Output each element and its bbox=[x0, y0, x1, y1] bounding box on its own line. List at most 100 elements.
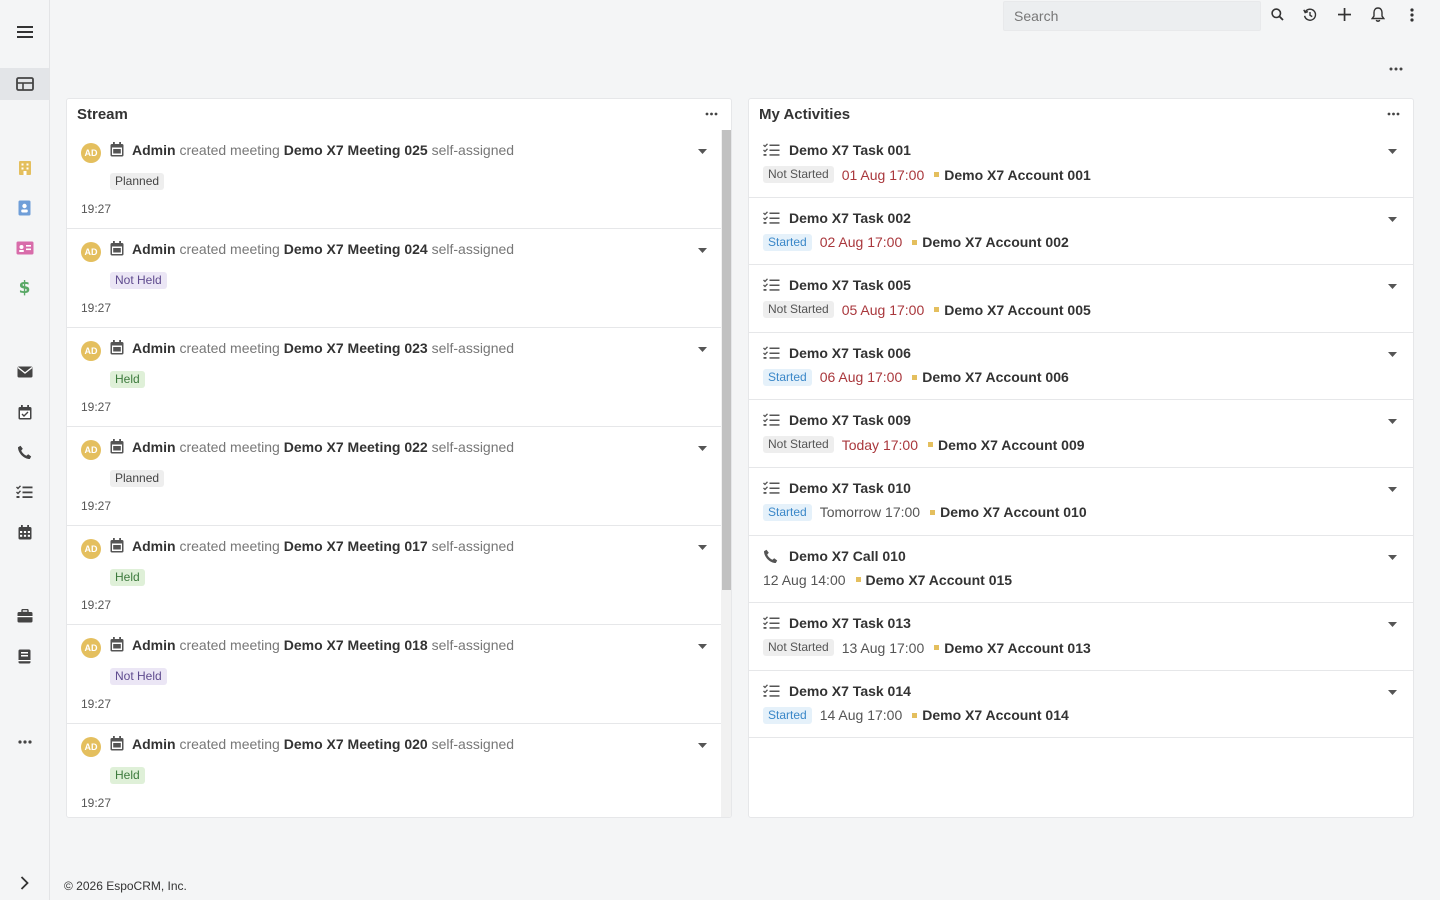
meeting-link[interactable]: Demo X7 Meeting 018 bbox=[284, 637, 428, 653]
quick-create-button[interactable] bbox=[1332, 5, 1356, 27]
dashboard-menu-button[interactable] bbox=[1384, 58, 1408, 74]
activity-link[interactable]: Demo X7 Task 010 bbox=[789, 480, 911, 496]
activity-dropdown-button[interactable] bbox=[1385, 279, 1399, 290]
stream-scrollbar-thumb[interactable] bbox=[722, 130, 731, 590]
sidebar-item-cases[interactable] bbox=[0, 600, 49, 632]
sidebar-item-emails[interactable] bbox=[0, 356, 49, 388]
account-link[interactable]: Demo X7 Account 015 bbox=[866, 572, 1013, 588]
account-link[interactable]: Demo X7 Account 002 bbox=[922, 234, 1069, 250]
sidebar-item-contacts[interactable] bbox=[0, 192, 49, 224]
note-dropdown-button[interactable] bbox=[695, 738, 709, 748]
meeting-link[interactable]: Demo X7 Meeting 024 bbox=[284, 241, 428, 257]
search-input[interactable] bbox=[1003, 1, 1261, 31]
stream-note: AD Admin created meeting Demo X7 Meeting … bbox=[67, 130, 721, 229]
note-dropdown-button[interactable] bbox=[695, 441, 709, 451]
search-button[interactable] bbox=[1265, 5, 1289, 27]
caret-down-icon bbox=[1387, 614, 1397, 630]
last-viewed-button[interactable] bbox=[1298, 5, 1322, 27]
expand-icon bbox=[20, 876, 29, 890]
user-link[interactable]: Admin bbox=[132, 439, 176, 455]
activity-link[interactable]: Demo X7 Task 002 bbox=[789, 210, 911, 226]
meeting-link[interactable]: Demo X7 Meeting 017 bbox=[284, 538, 428, 554]
user-link[interactable]: Admin bbox=[132, 142, 176, 158]
activity-dropdown-button[interactable] bbox=[1385, 212, 1399, 222]
activity-dropdown-button[interactable] bbox=[1385, 482, 1399, 492]
user-link[interactable]: Admin bbox=[132, 241, 176, 257]
action-text: created meeting bbox=[179, 538, 280, 554]
note-dropdown-button[interactable] bbox=[695, 243, 709, 253]
sidebar-item-meetings[interactable] bbox=[0, 396, 49, 428]
note-dropdown-button[interactable] bbox=[695, 639, 709, 649]
user-link[interactable]: Admin bbox=[132, 637, 176, 653]
notifications-button[interactable] bbox=[1366, 5, 1390, 27]
activity-dropdown-button[interactable] bbox=[1385, 550, 1399, 560]
knowledge-base-icon bbox=[18, 649, 31, 664]
activity-link[interactable]: Demo X7 Task 014 bbox=[789, 683, 911, 699]
avatar[interactable]: AD bbox=[81, 539, 101, 559]
activities-menu-button[interactable] bbox=[1383, 106, 1403, 122]
avatar[interactable]: AD bbox=[81, 737, 101, 757]
sidebar-item-calls[interactable] bbox=[0, 436, 49, 468]
sidebar-item-dashboard[interactable] bbox=[0, 68, 49, 100]
sidebar-more-button[interactable] bbox=[0, 726, 49, 758]
plus-icon bbox=[1337, 8, 1351, 24]
account-link[interactable]: Demo X7 Account 010 bbox=[940, 504, 1087, 520]
menu-dropdown-button[interactable] bbox=[1400, 5, 1424, 27]
timestamp: 19:27 bbox=[81, 202, 112, 216]
meeting-link[interactable]: Demo X7 Meeting 025 bbox=[284, 142, 428, 158]
activity-dropdown-button[interactable] bbox=[1385, 414, 1399, 425]
activity-link[interactable]: Demo X7 Task 009 bbox=[789, 412, 911, 428]
activity-row: Demo X7 Task 009 Not Started Today 17:00 De… bbox=[749, 400, 1413, 468]
activity-details: 12 Aug 14:00 Demo X7 Account 015 bbox=[763, 572, 1012, 588]
note-dropdown-button[interactable] bbox=[695, 144, 709, 154]
sidebar-item-opportunities[interactable]: $ bbox=[0, 272, 49, 304]
account-link[interactable]: Demo X7 Account 005 bbox=[944, 302, 1091, 318]
activity-link[interactable]: Demo X7 Task 001 bbox=[789, 142, 911, 158]
activity-dropdown-button[interactable] bbox=[1385, 144, 1399, 154]
user-link[interactable]: Admin bbox=[132, 538, 176, 554]
meeting-link[interactable]: Demo X7 Meeting 022 bbox=[284, 439, 428, 455]
note-dropdown-button[interactable] bbox=[695, 540, 709, 550]
sidebar-item-tasks[interactable] bbox=[0, 476, 49, 508]
user-link[interactable]: Admin bbox=[132, 340, 176, 356]
action-text: created meeting bbox=[179, 142, 280, 158]
account-dot bbox=[912, 239, 918, 245]
account-link[interactable]: Demo X7 Account 014 bbox=[922, 707, 1069, 723]
sidebar: $ bbox=[0, 0, 50, 900]
caret-down-icon bbox=[697, 636, 707, 652]
sidebar-item-leads[interactable] bbox=[0, 232, 49, 264]
avatar[interactable]: AD bbox=[81, 143, 101, 163]
stream-menu-button[interactable] bbox=[701, 106, 721, 122]
sidebar-item-knowledge-base[interactable] bbox=[0, 640, 49, 672]
activity-link[interactable]: Demo X7 Task 005 bbox=[789, 277, 911, 293]
activity-link[interactable]: Demo X7 Task 006 bbox=[789, 345, 911, 361]
activity-dropdown-button[interactable] bbox=[1385, 347, 1399, 357]
cases-icon bbox=[17, 609, 33, 623]
avatar[interactable]: AD bbox=[81, 638, 101, 658]
caret-down-icon bbox=[697, 537, 707, 553]
user-link[interactable]: Admin bbox=[132, 736, 176, 752]
account-link[interactable]: Demo X7 Account 006 bbox=[922, 369, 1069, 385]
sidebar-item-accounts[interactable] bbox=[0, 152, 49, 184]
menu-toggle-button[interactable] bbox=[0, 16, 49, 48]
ellipsis-icon bbox=[1389, 58, 1403, 74]
activity-dropdown-button[interactable] bbox=[1385, 685, 1399, 695]
account-link[interactable]: Demo X7 Account 009 bbox=[938, 437, 1085, 453]
avatar[interactable]: AD bbox=[81, 242, 101, 262]
note-dropdown-button[interactable] bbox=[695, 342, 709, 352]
avatar[interactable]: AD bbox=[81, 341, 101, 361]
activity-link[interactable]: Demo X7 Task 013 bbox=[789, 615, 911, 631]
sidebar-expand-button[interactable] bbox=[0, 867, 49, 899]
account-link[interactable]: Demo X7 Account 013 bbox=[944, 640, 1091, 656]
meeting-link[interactable]: Demo X7 Meeting 020 bbox=[284, 736, 428, 752]
meeting-icon bbox=[110, 340, 124, 358]
meeting-link[interactable]: Demo X7 Meeting 023 bbox=[284, 340, 428, 356]
account-link[interactable]: Demo X7 Account 001 bbox=[944, 167, 1091, 183]
stream-note-text: Admin created meeting Demo X7 Meeting 01… bbox=[132, 637, 514, 653]
task-icon bbox=[763, 210, 780, 228]
sidebar-item-calendar[interactable] bbox=[0, 516, 49, 548]
stream-scrollbar[interactable] bbox=[721, 130, 731, 817]
avatar[interactable]: AD bbox=[81, 440, 101, 460]
activity-dropdown-button[interactable] bbox=[1385, 614, 1399, 630]
activity-link[interactable]: Demo X7 Call 010 bbox=[789, 548, 906, 564]
